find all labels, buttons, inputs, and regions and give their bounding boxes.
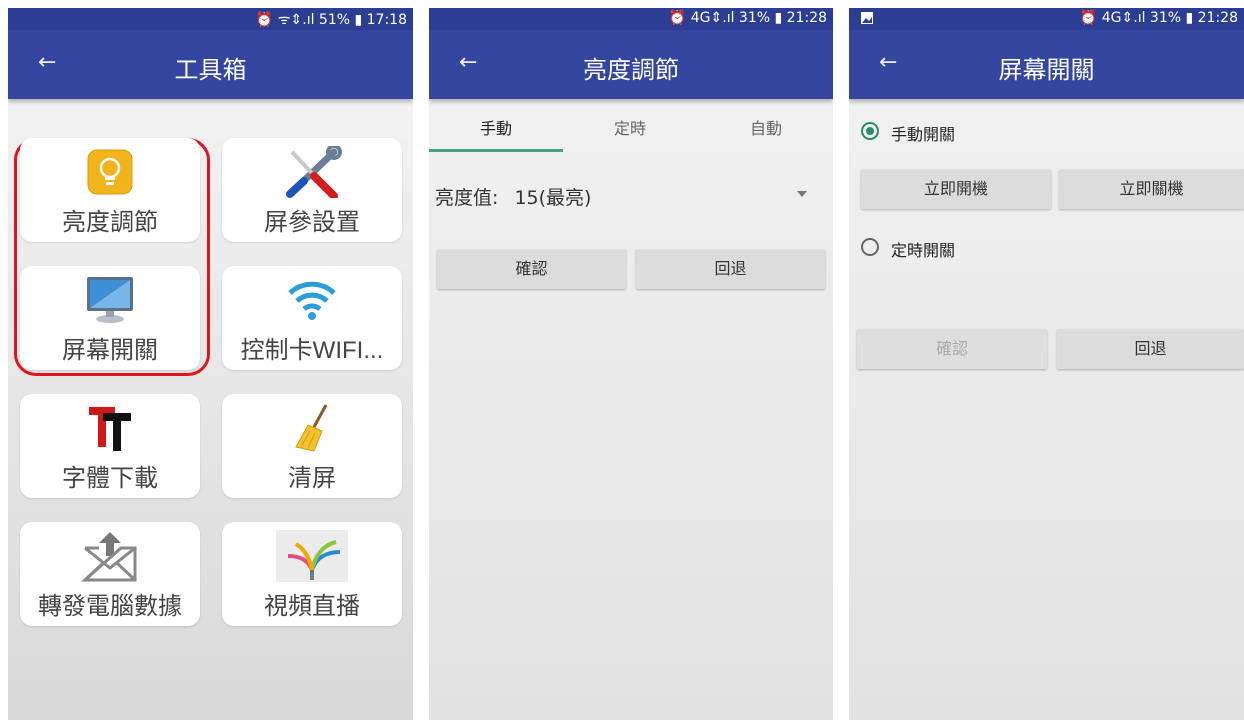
tile-label: 視頻直播 (264, 593, 360, 620)
broom-icon (295, 404, 328, 452)
status-info: ⏰ ᯤ⇕.ıl 51% ▮ 17:18 (255, 12, 407, 28)
tile-forward-pc-data[interactable]: 轉發電腦數據 (20, 522, 200, 626)
confirm-button[interactable]: 確認 (437, 249, 626, 289)
back-button[interactable]: 回退 (636, 249, 825, 289)
brightness-label: 亮度值: (435, 187, 499, 209)
chevron-down-icon[interactable] (797, 191, 807, 197)
tile-label: 控制卡WIFI... (240, 337, 384, 364)
page-title: 亮度調節 (583, 57, 679, 84)
tile-card-wifi[interactable]: 控制卡WIFI... (222, 266, 402, 370)
tile-label: 字體下載 (62, 465, 158, 492)
tile-video-live[interactable]: 視頻直播 (222, 522, 402, 626)
tab-indicator (429, 149, 563, 152)
tile-screen-switch[interactable]: 屏幕開關 (20, 266, 200, 370)
bulb-icon (87, 149, 133, 195)
status-info: ⏰ 4G⇕.ıl 31% ▮ 21:28 (668, 10, 827, 26)
tile-label: 轉發電腦數據 (38, 593, 182, 620)
status-bar: ⏰ ᯤ⇕.ıl 51% ▮ 17:18 (8, 8, 413, 30)
timed-switch-label: 定時開關 (891, 241, 956, 260)
tab-bar: 手動 定時 自動 (429, 99, 833, 152)
image-notification-icon (861, 12, 873, 28)
status-bar: ⏰ 4G⇕.ıl 31% ▮ 21:28 (849, 8, 1244, 30)
tile-brightness[interactable]: 亮度調節 (20, 138, 200, 242)
confirm-button[interactable]: 確認 (857, 329, 1047, 369)
tile-label: 屏幕開關 (62, 337, 158, 364)
mail-upload-icon (81, 532, 137, 582)
status-bar: ⏰ 4G⇕.ıl 31% ▮ 21:28 (429, 8, 833, 30)
tab-auto[interactable]: 自動 (750, 115, 782, 139)
power-on-button[interactable]: 立即開機 (861, 169, 1051, 209)
app-bar: ← 屏幕開關 (849, 30, 1244, 99)
toolbox-screen: ⏰ ᯤ⇕.ıl 51% ▮ 17:18 ← 工具箱 亮度調節 屏參設置 屏幕開關… (8, 8, 413, 720)
tile-label: 清屏 (288, 465, 336, 492)
wifi-icon (288, 281, 336, 320)
status-info: ⏰ 4G⇕.ıl 31% ▮ 21:28 (1079, 10, 1238, 26)
tab-scheduled[interactable]: 定時 (614, 115, 646, 139)
app-bar: ← 工具箱 (8, 30, 413, 99)
screen-switch-screen: ⏰ 4G⇕.ıl 31% ▮ 21:28 ← 屏幕開關 手動開關 立即開機 立即… (849, 8, 1244, 720)
timed-switch-radio[interactable] (861, 238, 879, 256)
tile-font-download[interactable]: 字體下載 (20, 394, 200, 498)
tile-clear-screen[interactable]: 清屏 (222, 394, 402, 498)
power-off-button[interactable]: 立即關機 (1059, 169, 1244, 209)
arrows-icon (276, 530, 348, 582)
tab-manual[interactable]: 手動 (480, 115, 512, 139)
tile-screen-settings[interactable]: 屏參設置 (222, 138, 402, 242)
back-button[interactable]: 回退 (1057, 329, 1244, 369)
brightness-screen: ⏰ 4G⇕.ıl 31% ▮ 21:28 ← 亮度調節 手動 定時 自動 亮度值… (429, 8, 833, 720)
manual-switch-label: 手動開關 (891, 125, 956, 144)
page-title: 屏幕開關 (998, 57, 1095, 84)
font-icon (89, 407, 131, 451)
page-title: 工具箱 (174, 57, 247, 84)
brightness-select[interactable]: 15(最亮) (514, 187, 591, 209)
manual-switch-radio[interactable] (861, 122, 879, 140)
tile-label: 屏參設置 (264, 209, 360, 236)
app-bar: ← 亮度調節 (429, 30, 833, 99)
brightness-row: 亮度值: 15(最亮) (435, 183, 591, 210)
tile-label: 亮度調節 (62, 209, 158, 236)
tools-icon (286, 146, 342, 198)
monitor-icon (87, 277, 133, 323)
